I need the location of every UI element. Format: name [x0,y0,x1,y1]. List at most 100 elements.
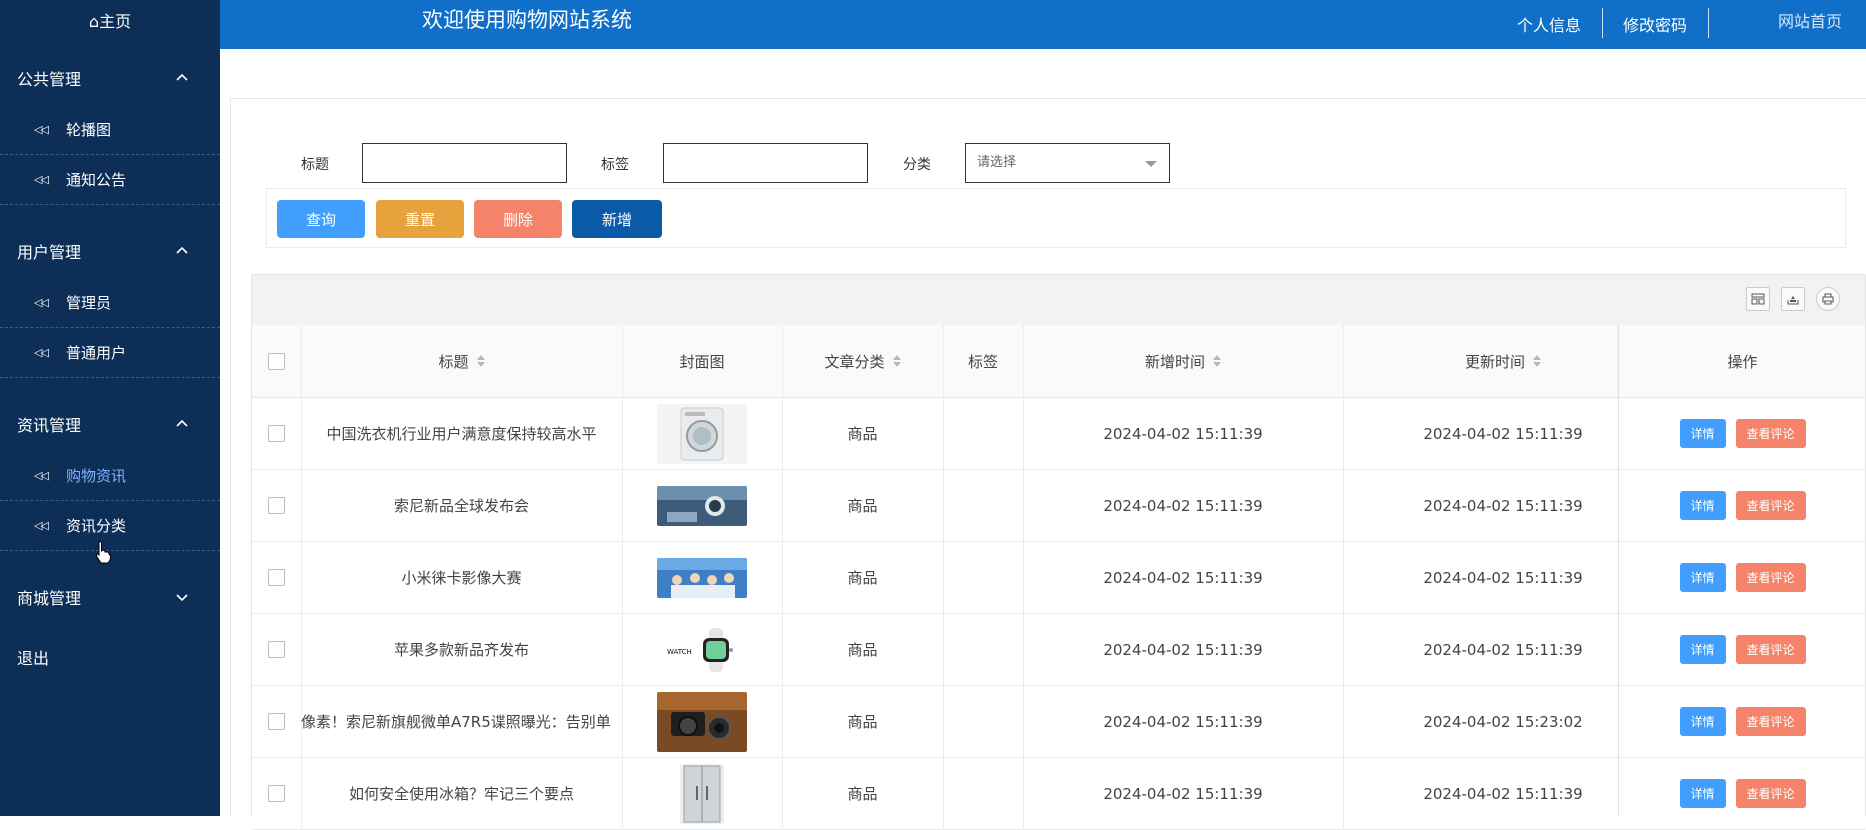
header-created[interactable]: 新增时间 [1023,325,1343,397]
sidebar-item-label: 管理员 [66,294,112,312]
columns-filter-icon[interactable] [1746,287,1770,311]
sort-icon[interactable] [476,355,485,367]
detail-button[interactable]: 详情 [1679,779,1726,808]
sidebar-group-users[interactable]: 用户管理 [0,231,220,271]
category-select[interactable]: 请选择 [965,143,1170,183]
row-select-cell [252,686,301,757]
row-actions: 详情 查看评论 [1620,686,1865,757]
row-category: 商品 [847,641,878,659]
data-table: 标题 封面图 文章分类 标签 新增时间 更新时间 操作 中国洗衣机行业用户满意度… [251,274,1866,830]
header-category[interactable]: 文章分类 [782,325,943,397]
row-updated: 2024-04-02 15:11:39 [1423,568,1583,587]
sidebar-item-carousel[interactable]: ◁◁ 轮播图 [0,105,220,155]
title-search-input[interactable] [362,143,567,183]
cover-thumbnail[interactable] [680,763,724,824]
print-icon[interactable] [1816,287,1840,311]
sort-icon[interactable] [1533,355,1541,367]
row-checkbox[interactable] [268,425,285,442]
chevron-up-icon [176,73,188,81]
header-updated[interactable]: 更新时间 [1343,325,1663,397]
row-updated: 2024-04-02 15:11:39 [1423,424,1583,443]
row-title: 如何安全使用冰箱？牢记三个要点 [348,785,574,803]
cover-thumbnail[interactable] [657,691,747,752]
sidebar-item-shopping-news[interactable]: ◁◁ 购物资讯 [0,451,220,501]
row-actions: 详情 查看评论 [1620,758,1865,829]
sidebar-item-label: 购物资讯 [66,467,127,485]
detail-button[interactable]: 详情 [1679,563,1726,592]
row-cover-cell [622,758,782,829]
cover-thumbnail[interactable] [657,485,747,526]
group-label: 用户管理 [17,243,82,262]
title-label: 标题 [301,157,329,173]
sort-icon[interactable] [1213,355,1221,367]
header-cover-label: 封面图 [679,352,725,371]
header-cover: 封面图 [622,325,782,397]
table-row: 中国洗衣机行业用户满意度保持较高水平 商品 2024-04-02 15:11:3… [252,398,1865,470]
delete-button[interactable]: 删除 [474,200,562,238]
select-all-cell [252,325,301,397]
profile-link[interactable]: 个人信息 [1517,12,1581,36]
export-icon[interactable] [1781,287,1805,311]
table-header: 标题 封面图 文章分类 标签 新增时间 更新时间 操作 [252,325,1865,398]
row-category: 商品 [847,785,878,803]
sidebar: ⌂主页 公共管理 ◁◁ 轮播图 ◁◁ 通知公告 用户管理 ◁◁ 管理员 ◁◁ 普… [0,0,220,816]
view-comments-button[interactable]: 查看评论 [1735,491,1806,520]
header-actions-label: 操作 [1727,352,1758,371]
row-tag [943,758,1023,829]
sidebar-item-normal-user[interactable]: ◁◁ 普通用户 [0,328,220,378]
detail-button[interactable]: 详情 [1679,635,1726,664]
row-select-cell [252,470,301,541]
table-row: 如何安全使用冰箱？牢记三个要点 商品 2024-04-02 15:11:39 2… [252,758,1865,830]
chevron-up-icon [176,419,188,427]
site-home-link[interactable]: 网站首页 [1778,8,1842,32]
view-comments-button[interactable]: 查看评论 [1735,419,1806,448]
add-button[interactable]: 新增 [572,200,662,238]
row-actions: 详情 查看评论 [1620,614,1865,685]
sidebar-group-public[interactable]: 公共管理 [0,58,220,98]
sidebar-item-admin[interactable]: ◁◁ 管理员 [0,278,220,328]
row-checkbox[interactable] [268,497,285,514]
row-created: 2024-04-02 15:11:39 [1103,640,1263,659]
row-actions: 详情 查看评论 [1620,470,1865,541]
sidebar-item-notice[interactable]: ◁◁ 通知公告 [0,155,220,205]
select-all-checkbox[interactable] [268,352,285,370]
sidebar-home[interactable]: ⌂主页 [0,0,220,40]
cover-thumbnail[interactable] [657,403,747,464]
group-label: 资讯管理 [17,416,82,435]
sidebar-group-mall[interactable]: 商城管理 [0,577,220,617]
logout-label: 退出 [17,649,50,668]
row-checkbox[interactable] [268,785,285,802]
double-arrow-icon: ◁◁ [34,346,49,359]
cover-thumbnail[interactable]: WATCH [657,627,747,672]
row-title: 索尼新品全球发布会 [393,497,529,515]
detail-button[interactable]: 详情 [1679,491,1726,520]
row-checkbox[interactable] [268,713,285,730]
row-created: 2024-04-02 15:11:39 [1103,568,1263,587]
change-password-link[interactable]: 修改密码 [1623,12,1687,36]
row-tag [943,470,1023,541]
detail-button[interactable]: 详情 [1679,707,1726,736]
cover-thumbnail[interactable] [657,557,747,598]
row-select-cell [252,614,301,685]
fixed-column-shadow [1618,325,1619,817]
row-checkbox[interactable] [268,569,285,586]
row-created: 2024-04-02 15:11:39 [1103,784,1263,803]
view-comments-button[interactable]: 查看评论 [1735,563,1806,592]
header-created-label: 新增时间 [1144,352,1205,371]
tag-search-input[interactable] [663,143,868,183]
row-tag [943,398,1023,469]
row-checkbox[interactable] [268,641,285,658]
row-category: 商品 [847,497,878,515]
query-button[interactable]: 查询 [277,200,365,238]
view-comments-button[interactable]: 查看评论 [1735,707,1806,736]
chevron-up-icon [176,246,188,254]
reset-button[interactable]: 重置 [376,200,464,238]
detail-button[interactable]: 详情 [1679,419,1726,448]
sidebar-logout[interactable]: 退出 [0,637,220,677]
header-title[interactable]: 标题 [301,325,622,397]
sort-icon[interactable] [892,355,901,367]
view-comments-button[interactable]: 查看评论 [1735,779,1806,808]
view-comments-button[interactable]: 查看评论 [1735,635,1806,664]
sidebar-group-news[interactable]: 资讯管理 [0,404,220,444]
row-actions: 详情 查看评论 [1620,542,1865,613]
